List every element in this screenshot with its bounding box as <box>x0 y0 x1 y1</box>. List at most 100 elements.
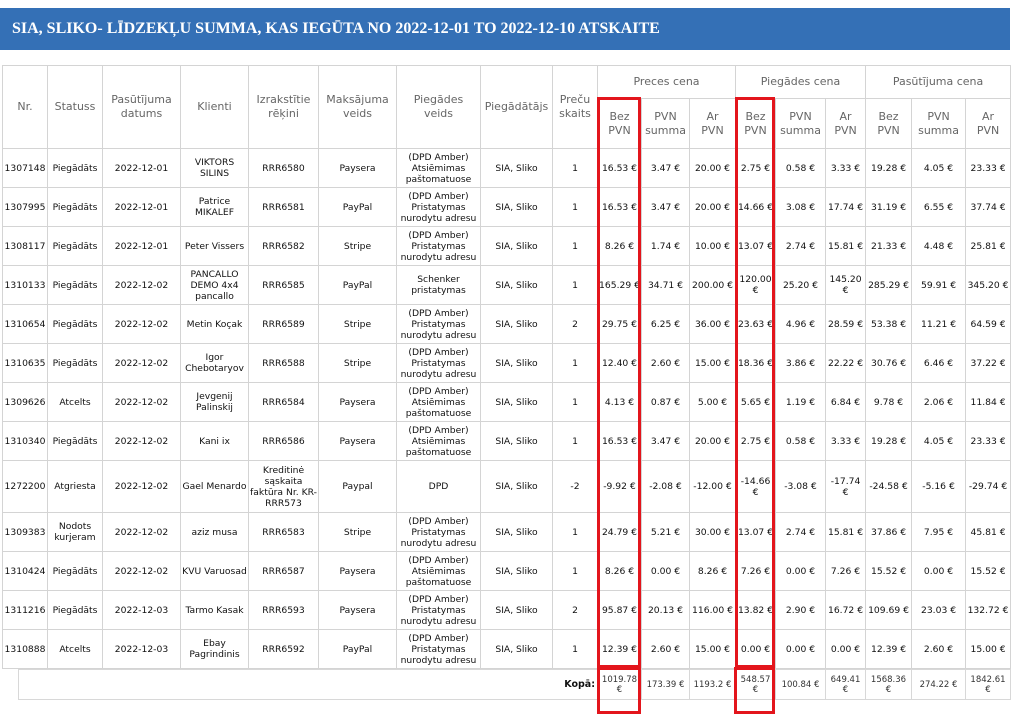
order-date-cell: 2022-12-02 <box>102 512 181 552</box>
goods-price-excl-vat-cell: 12.39 € <box>597 629 642 669</box>
goods-price-excl-vat-cell: 4.13 € <box>597 382 642 422</box>
goods-price-incl-vat-cell: 20.00 € <box>689 148 736 188</box>
goods-price-vat-amount-cell: 3.47 € <box>641 148 690 188</box>
goods-price-vat-amount-cell: 3.47 € <box>641 421 690 461</box>
order-date-cell: 2022-12-02 <box>102 265 181 305</box>
invoice-cell: RRR6588 <box>248 343 319 383</box>
shipping-price-vat-amount-cell: 2.74 € <box>775 226 826 266</box>
order-price-incl-vat-cell: 11.84 € <box>965 382 1012 422</box>
table-row: 1308117 Piegādāts 2022-12-01 Peter Vissers R… <box>2 226 1012 266</box>
order-price-incl-vat-cell: 15.52 € <box>965 551 1012 591</box>
order-status-cell: Piegādāts <box>47 187 103 227</box>
delivery-method-cell: (DPD Amber) Atsiēmimas paštomatuose <box>396 551 481 591</box>
order-date-cell: 2022-12-02 <box>102 421 181 461</box>
shipping-price-vat-amount-cell: 2.90 € <box>775 590 826 630</box>
order-status-cell: Atcelts <box>47 629 103 669</box>
order-number-cell: 1307995 <box>2 187 48 227</box>
order-status-cell: Piegādāts <box>47 226 103 266</box>
item-count-cell: -2 <box>552 460 598 513</box>
item-count-cell: 1 <box>552 226 598 266</box>
col-header-client: Klienti <box>180 65 249 149</box>
shipping-price-incl-vat-cell: 16.72 € <box>824 590 867 630</box>
goods-price-incl-vat-cell: 15.00 € <box>689 343 736 383</box>
item-count-cell: 1 <box>552 512 598 552</box>
goods-price-incl-vat-cell: 20.00 € <box>689 421 736 461</box>
invoice-cell: Kreditinė sąskaita faktūra Nr. KR-RRR573 <box>248 460 319 513</box>
invoice-cell: RRR6585 <box>248 265 319 305</box>
goods-price-excl-vat-cell: 16.53 € <box>597 421 642 461</box>
order-price-vat-amount-cell: 4.05 € <box>911 421 967 461</box>
total-shipping-vat-amount: 100.84 € <box>775 669 826 700</box>
shipping-price-vat-amount-cell: 4.96 € <box>775 304 826 344</box>
subheader-goods-incl-vat: Ar PVN <box>689 98 736 149</box>
order-price-excl-vat-cell: 9.78 € <box>865 382 913 422</box>
goods-price-excl-vat-cell: -9.92 € <box>597 460 642 513</box>
goods-price-excl-vat-cell: 95.87 € <box>597 590 642 630</box>
col-header-order-date: Pasūtījuma datums <box>102 65 181 149</box>
payment-method-cell: Paysera <box>318 382 397 422</box>
client-name-cell: Metin Koçak <box>180 304 249 344</box>
client-name-cell: KVU Varuosad <box>180 551 249 591</box>
header-row-groups: Nr. Statuss Pasūtījuma datums Klienti Iz… <box>2 65 1012 149</box>
order-status-cell: Atgriesta <box>47 460 103 513</box>
invoice-cell: RRR6584 <box>248 382 319 422</box>
page-title: SIA, SLIKO- LĪDZEKĻU SUMMA, KAS IEGŪTA N… <box>12 20 660 37</box>
order-price-excl-vat-cell: 37.86 € <box>865 512 913 552</box>
client-name-cell: aziz musa <box>180 512 249 552</box>
table-row: 1272200 Atgriesta 2022-12-02 Gael Menardo Kr… <box>2 460 1012 513</box>
delivery-method-cell: (DPD Amber) Pristatymas nurodytu adresu <box>396 512 481 552</box>
group-header-order-price: Pasūtījuma cena <box>865 65 1012 99</box>
goods-price-vat-amount-cell: 34.71 € <box>641 265 690 305</box>
order-number-cell: 1310340 <box>2 421 48 461</box>
order-price-excl-vat-cell: 53.38 € <box>865 304 913 344</box>
table-row: 1307995 Piegādāts 2022-12-01 Patrice MIKALE… <box>2 187 1012 227</box>
supplier-cell: SIA, Sliko <box>480 382 553 422</box>
shipping-price-vat-amount-cell: 0.58 € <box>775 148 826 188</box>
order-number-cell: 1310635 <box>2 343 48 383</box>
table-row: 1310424 Piegādāts 2022-12-02 KVU Varuosad RR… <box>2 551 1012 591</box>
item-count-cell: 1 <box>552 343 598 383</box>
order-status-cell: Piegādāts <box>47 551 103 591</box>
client-name-cell: Gael Menardo <box>180 460 249 513</box>
order-status-cell: Piegādāts <box>47 343 103 383</box>
order-price-excl-vat-cell: 12.39 € <box>865 629 913 669</box>
goods-price-vat-amount-cell: 6.25 € <box>641 304 690 344</box>
supplier-cell: SIA, Sliko <box>480 148 553 188</box>
order-status-cell: Piegādāts <box>47 265 103 305</box>
order-price-excl-vat-cell: 15.52 € <box>865 551 913 591</box>
order-price-vat-amount-cell: -5.16 € <box>911 460 967 513</box>
shipping-price-vat-amount-cell: 3.08 € <box>775 187 826 227</box>
order-number-cell: 1309626 <box>2 382 48 422</box>
delivery-method-cell: (DPD Amber) Pristatymas nurodytu adresu <box>396 304 481 344</box>
invoice-cell: RRR6583 <box>248 512 319 552</box>
delivery-method-cell: (DPD Amber) Atsiēmimas paštomatuose <box>396 148 481 188</box>
subheader-shipping-vat-amount: PVN summa <box>775 98 826 149</box>
supplier-cell: SIA, Sliko <box>480 304 553 344</box>
item-count-cell: 1 <box>552 551 598 591</box>
order-price-incl-vat-cell: 345.20 € <box>965 265 1012 305</box>
goods-price-incl-vat-cell: 200.00 € <box>689 265 736 305</box>
col-header-supplier: Piegādātājs <box>480 65 553 149</box>
order-status-cell: Piegādāts <box>47 590 103 630</box>
delivery-method-cell: (DPD Amber) Atsiēmimas paštomatuose <box>396 382 481 422</box>
supplier-cell: SIA, Sliko <box>480 512 553 552</box>
payment-method-cell: PayPal <box>318 629 397 669</box>
order-date-cell: 2022-12-01 <box>102 187 181 227</box>
goods-price-incl-vat-cell: 15.00 € <box>689 629 736 669</box>
payment-method-cell: Paysera <box>318 551 397 591</box>
order-number-cell: 1272200 <box>2 460 48 513</box>
total-order-vat-amount: 274.22 € <box>911 669 966 700</box>
shipping-price-excl-vat-cell: 2.75 € <box>735 421 776 461</box>
invoice-cell: RRR6593 <box>248 590 319 630</box>
subheader-goods-excl-vat: Bez PVN <box>597 98 642 149</box>
shipping-price-excl-vat-cell: 23.63 € <box>735 304 776 344</box>
table-row: 1307148 Piegādāts 2022-12-01 VIKTORS SILINS… <box>2 148 1012 188</box>
payment-method-cell: PayPal <box>318 265 397 305</box>
goods-price-vat-amount-cell: 2.60 € <box>641 343 690 383</box>
shipping-price-incl-vat-cell: 17.74 € <box>824 187 867 227</box>
delivery-method-cell: (DPD Amber) Pristatymas nurodytu adresu <box>396 629 481 669</box>
order-number-cell: 1310888 <box>2 629 48 669</box>
order-price-vat-amount-cell: 59.91 € <box>911 265 967 305</box>
shipping-price-incl-vat-cell: 28.59 € <box>824 304 867 344</box>
subheader-order-vat-amount: PVN summa <box>911 98 967 149</box>
